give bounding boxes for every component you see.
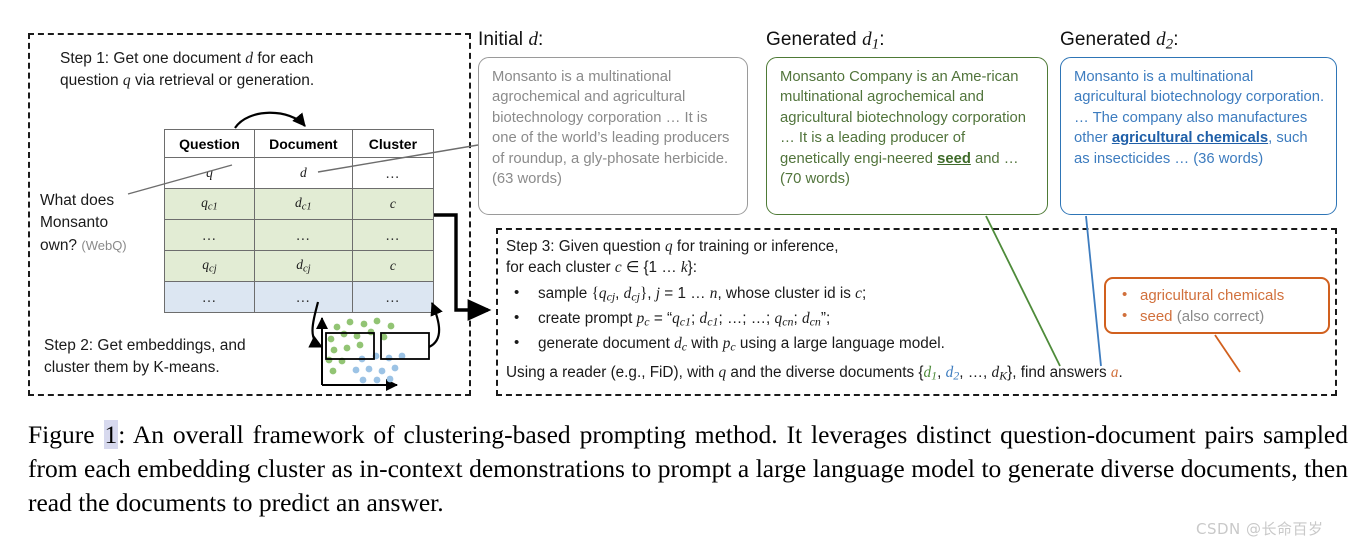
doc1-title-suffix: : xyxy=(879,29,885,50)
cell-question: q xyxy=(164,157,255,189)
cell-document: dc1 xyxy=(253,188,353,220)
cell-cluster: … xyxy=(351,219,435,251)
answer-item-2: seed (also correct) xyxy=(1116,305,1320,327)
table-row: qc1 dc1 c xyxy=(164,188,435,220)
step1-line1-pre: Step 1: Get one document xyxy=(60,50,246,67)
step3-line1-a: Step 3: Given question xyxy=(506,238,666,255)
highlight-agricultural-chemicals: agricultural chemicals xyxy=(1111,130,1269,147)
generated-document-1-title: Generated d1: xyxy=(766,29,885,53)
symbol-q: q xyxy=(122,72,131,89)
answer-item-1: agricultural chemicals xyxy=(1116,284,1320,306)
doc0-title-prefix: Initial xyxy=(478,29,529,50)
figure-root: Step 1: Get one document d for each ques… xyxy=(0,0,1369,547)
answer-item-2-text: seed xyxy=(1140,308,1173,326)
figure-caption: Figure 1: An overall framework of cluste… xyxy=(28,418,1348,520)
step3-line-2: for each cluster c ∈ {1 … k}: xyxy=(506,259,698,277)
cell-cluster: … xyxy=(351,157,435,189)
doc2-title-prefix: Generated xyxy=(1060,29,1157,50)
highlight-seed: seed xyxy=(937,150,971,167)
cell-document: … xyxy=(253,281,353,313)
caption-text: : An overall framework of clustering-bas… xyxy=(28,420,1348,517)
question-line-3: own? xyxy=(40,236,78,254)
doc0-title-suffix: : xyxy=(538,29,544,50)
cell-cluster: … xyxy=(351,281,435,313)
table-row: … … … xyxy=(164,281,435,313)
step3-line1-b: for training or inference, xyxy=(672,238,839,255)
cell-document: dcj xyxy=(253,250,353,282)
cell-cluster: c xyxy=(351,188,435,220)
step3-description: Step 3: Given question q for training or… xyxy=(506,236,1066,359)
initial-document-box: Monsanto is a multinational agrochemical… xyxy=(478,57,748,215)
step2-description: Step 2: Get embeddings, and cluster them… xyxy=(44,335,309,379)
table-row: q d … xyxy=(164,157,435,189)
answer-box: agricultural chemicals seed (also correc… xyxy=(1104,277,1330,334)
answer-item-2-note: (also correct) xyxy=(1176,308,1265,326)
csdn-watermark: CSDN @长命百岁 xyxy=(1196,520,1324,538)
step2-line-2: cluster them by K-means. xyxy=(44,359,220,376)
cell-cluster: c xyxy=(351,250,435,282)
cell-question: qcj xyxy=(164,250,255,282)
cell-question: qc1 xyxy=(164,188,255,220)
step3-bullet-2: create prompt pc = “qc1; dc1; …; …; qcn;… xyxy=(506,307,1066,330)
initial-document-title: Initial d: xyxy=(478,29,544,50)
step3-final-line: Using a reader (e.g., FiD), with q and t… xyxy=(506,364,1123,383)
cell-question: … xyxy=(164,219,255,251)
step3-bullet-3: generate document dc with pc using a lar… xyxy=(506,332,1066,355)
caption-figure-number: 1 xyxy=(103,420,119,449)
table-row: … … … xyxy=(164,219,435,251)
question-line-1: What does xyxy=(40,192,115,209)
answer-list: agricultural chemicals seed (also correc… xyxy=(1116,284,1320,328)
step3-line-1: Step 3: Given question q for training or… xyxy=(506,238,839,255)
generated-document-2-box: Monsanto is a multinational agricultural… xyxy=(1060,57,1337,215)
step2-line-1: Step 2: Get embeddings, and xyxy=(44,337,246,354)
column-header-document: Document xyxy=(253,129,353,158)
column-header-question: Question xyxy=(164,129,255,158)
step1-line2-pre: question xyxy=(60,72,123,89)
generated-document-2-title: Generated d2: xyxy=(1060,29,1179,53)
column-header-cluster: Cluster xyxy=(351,129,435,158)
cell-question: … xyxy=(164,281,255,313)
cell-document: d xyxy=(253,157,353,189)
step1-description: Step 1: Get one document d for each ques… xyxy=(60,48,390,92)
step3-bullet-1: sample {qcj, dcj}, j = 1 … n, whose clus… xyxy=(506,282,1066,305)
table-header-row: Question Document Cluster xyxy=(164,129,435,158)
step1-line1-post: for each xyxy=(253,50,314,67)
symbol-d: d xyxy=(245,50,254,67)
step3-line2-a: for each cluster xyxy=(506,259,615,277)
step3-bullet-list: sample {qcj, dcj}, j = 1 … n, whose clus… xyxy=(506,282,1066,356)
question-line-2: Monsanto xyxy=(40,214,109,232)
doc1-title-prefix: Generated xyxy=(766,29,863,50)
cell-document: … xyxy=(253,219,353,251)
doc2-title-suffix: : xyxy=(1173,29,1179,50)
table-row: qcj dcj c xyxy=(164,250,435,282)
question-document-cluster-table: Question Document Cluster q d … qc1 dc1 … xyxy=(164,129,435,313)
step1-line2-post: via retrieval or generation. xyxy=(130,72,315,89)
caption-prefix: Figure xyxy=(28,420,104,449)
generated-document-1-box: Monsanto Company is an Ame-rican multina… xyxy=(766,57,1048,215)
question-dataset-source: (WebQ) xyxy=(81,237,127,253)
example-question: What does Monsanto own? (WebQ) xyxy=(40,190,160,257)
